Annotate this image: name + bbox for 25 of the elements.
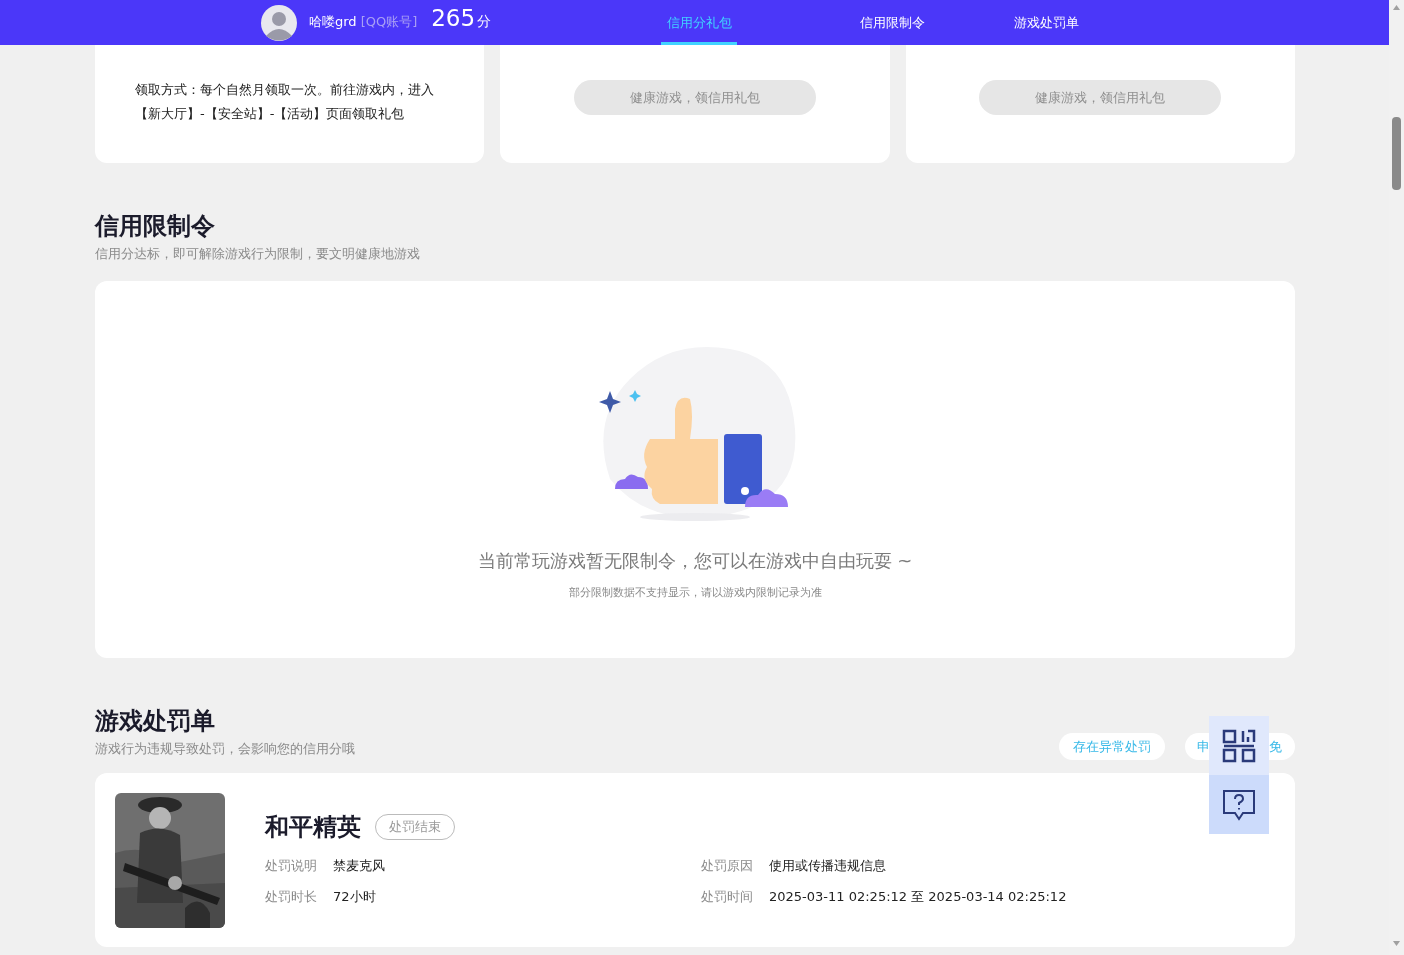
- claim-instructions: 领取方式：每个自然月领取一次。前往游戏内，进入【新大厅】-【安全站】-【活动】页面领取礼包: [135, 81, 435, 123]
- field-value: 2025-03-11 02:25:12 至 2025-03-14 02:25:12: [769, 887, 1067, 906]
- appeal-button[interactable]: 申: [1185, 733, 1209, 760]
- field-value: 禁麦克风: [333, 856, 385, 875]
- field-label: 处罚说明: [265, 856, 317, 875]
- abnormal-penalty-button[interactable]: 存在异常处罚: [1059, 733, 1165, 760]
- score-unit: 分: [477, 12, 492, 31]
- field-label: 处罚时间: [701, 887, 753, 906]
- section-title: 信用限制令: [95, 211, 216, 241]
- section-title: 游戏处罚单: [95, 706, 216, 736]
- field-value: 72小时: [333, 887, 376, 906]
- credit-score: 265: [431, 4, 476, 31]
- empty-note: 部分限制数据不支持显示，请以游戏内限制记录为准: [568, 585, 822, 600]
- appeal-button[interactable]: 免: [1269, 733, 1295, 760]
- field-value: 使用或传播违规信息: [769, 856, 886, 875]
- empty-message: 当前常玩游戏暂无限制令，您可以在游戏中自由玩耍 ~: [477, 549, 913, 573]
- field-label: 处罚原因: [701, 856, 753, 875]
- field-label: 处罚时长: [265, 887, 317, 906]
- account-type: [QQ账号]: [360, 12, 418, 31]
- section-subtitle: 信用分达标，即可解除游戏行为限制，要文明健康地游戏: [95, 245, 421, 263]
- nav-tab[interactable]: 游戏处罚单: [969, 0, 1123, 45]
- username: 哈喽grd: [309, 12, 357, 31]
- section-subtitle: 游戏行为违规导致处罚，会影响您的信用分哦: [95, 740, 355, 758]
- nav-tab[interactable]: 信用限制令: [815, 0, 969, 45]
- game-name: 和平精英: [265, 811, 361, 843]
